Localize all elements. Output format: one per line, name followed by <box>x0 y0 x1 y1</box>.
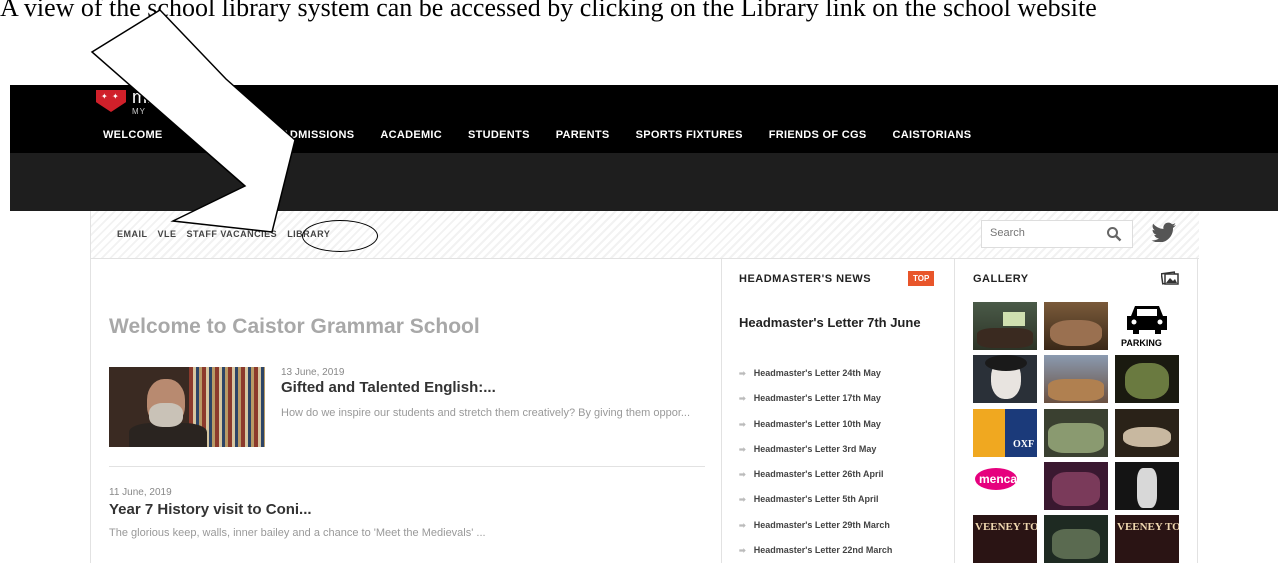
oxford-label: OXF <box>1013 439 1035 450</box>
content-area: EMAIL VLE STAFF VACANCIES LIBRARY Welcom… <box>90 211 1199 563</box>
arrow-right-icon: ➡ <box>739 520 746 530</box>
gallery-thumbnail[interactable] <box>1044 515 1108 563</box>
news-heading: HEADMASTER'S NEWS <box>739 273 872 285</box>
photos-icon[interactable] <box>1161 270 1179 286</box>
gallery-thumbnail[interactable] <box>973 355 1037 403</box>
search-input[interactable] <box>990 227 1090 239</box>
list-item[interactable]: ➡ Headmaster's Letter 22nd March <box>739 545 892 563</box>
news-featured-link[interactable]: Headmaster's Letter 7th June <box>739 315 939 331</box>
nav-item-friends-of-cgs[interactable]: FRIENDS OF CGS <box>769 129 867 141</box>
top-badge[interactable]: TOP <box>908 271 935 286</box>
list-item[interactable]: ➡ Headmaster's Letter 10th May <box>739 419 892 444</box>
nav-item-caistorians[interactable]: CAISTORIANS <box>892 129 971 141</box>
gallery-thumbnail[interactable] <box>1044 355 1108 403</box>
arrow-right-icon: ➡ <box>739 546 746 556</box>
arrow-right-icon: ➡ <box>739 394 746 404</box>
divider <box>109 466 705 467</box>
article-date: 11 June, 2019 <box>109 487 172 498</box>
arrow-right-icon: ➡ <box>739 419 746 429</box>
list-item[interactable]: ➡ Headmaster's Letter 26th April <box>739 469 892 494</box>
headmasters-news-column: HEADMASTER'S NEWS TOP Headmaster's Lette… <box>723 259 955 563</box>
list-item[interactable]: ➡ Headmaster's Letter 24th May <box>739 368 892 393</box>
arrow-right-icon: ➡ <box>739 470 746 480</box>
gallery-thumbnail[interactable] <box>1044 462 1108 510</box>
sweeney-label: VEENEY TO <box>1117 521 1179 533</box>
list-item[interactable]: ➡ Headmaster's Letter 17th May <box>739 393 892 418</box>
arrow-right-icon: ➡ <box>739 369 746 378</box>
gallery-mencap-tile[interactable]: mencap <box>973 462 1037 510</box>
list-item[interactable]: ➡ Headmaster's Letter 5th April <box>739 494 892 519</box>
sweeney-label: VEENEY TO <box>975 521 1037 533</box>
gallery-sweeney-tile[interactable]: VEENEY TO <box>1115 515 1179 563</box>
gallery-thumbnail[interactable] <box>1044 302 1108 350</box>
gallery-thumbnail[interactable] <box>1044 409 1108 457</box>
article-excerpt: The glorious keep, walls, inner bailey a… <box>109 527 486 539</box>
article-thumbnail[interactable] <box>109 367 265 447</box>
arrow-right-icon: ➡ <box>739 495 746 505</box>
article-excerpt: How do we inspire our students and stret… <box>281 407 691 419</box>
gallery-thumbnail[interactable] <box>1115 462 1179 510</box>
arrow-right-icon: ➡ <box>739 444 746 454</box>
main-column: Welcome to Caistor Grammar School 13 Jun… <box>91 259 722 563</box>
nav-item-parents[interactable]: PARENTS <box>556 129 610 141</box>
gallery-heading: GALLERY <box>973 273 1029 285</box>
gallery-thumbnail[interactable] <box>973 302 1037 350</box>
gallery-column: GALLERY PARKING OXF mencap VEENEY TO VEE… <box>955 259 1199 563</box>
gallery-thumbnail[interactable] <box>1115 409 1179 457</box>
article-title[interactable]: Year 7 History visit to Coni... <box>109 501 312 518</box>
mencap-label: mencap <box>979 472 1025 486</box>
gallery-parking-tile[interactable]: PARKING <box>1115 302 1179 350</box>
twitter-icon[interactable] <box>1151 222 1177 242</box>
nav-item-sports-fixtures[interactable]: SPORTS FIXTURES <box>636 129 743 141</box>
car-icon <box>1127 306 1167 334</box>
gallery-thumbnail[interactable] <box>1115 355 1179 403</box>
list-item[interactable]: ➡ Headmaster's Letter 29th March <box>739 520 892 545</box>
search-box[interactable] <box>981 220 1133 248</box>
search-icon[interactable] <box>1106 226 1122 242</box>
article-title[interactable]: Gifted and Talented English:... <box>281 379 496 396</box>
gallery-sweeney-tile[interactable]: VEENEY TO <box>973 515 1037 563</box>
article-date: 13 June, 2019 <box>281 367 345 378</box>
list-item[interactable]: ➡ Headmaster's Letter 3rd May <box>739 444 892 469</box>
nav-item-academic[interactable]: ACADEMIC <box>380 129 442 141</box>
pointer-arrow <box>90 9 296 233</box>
gallery-thumbnail[interactable]: OXF <box>973 409 1037 457</box>
page-title: Welcome to Caistor Grammar School <box>109 315 480 338</box>
parking-label: PARKING <box>1121 338 1162 348</box>
nav-item-students[interactable]: STUDENTS <box>468 129 530 141</box>
news-list: ➡ Headmaster's Letter 24th May ➡ Headmaste… <box>739 368 892 563</box>
